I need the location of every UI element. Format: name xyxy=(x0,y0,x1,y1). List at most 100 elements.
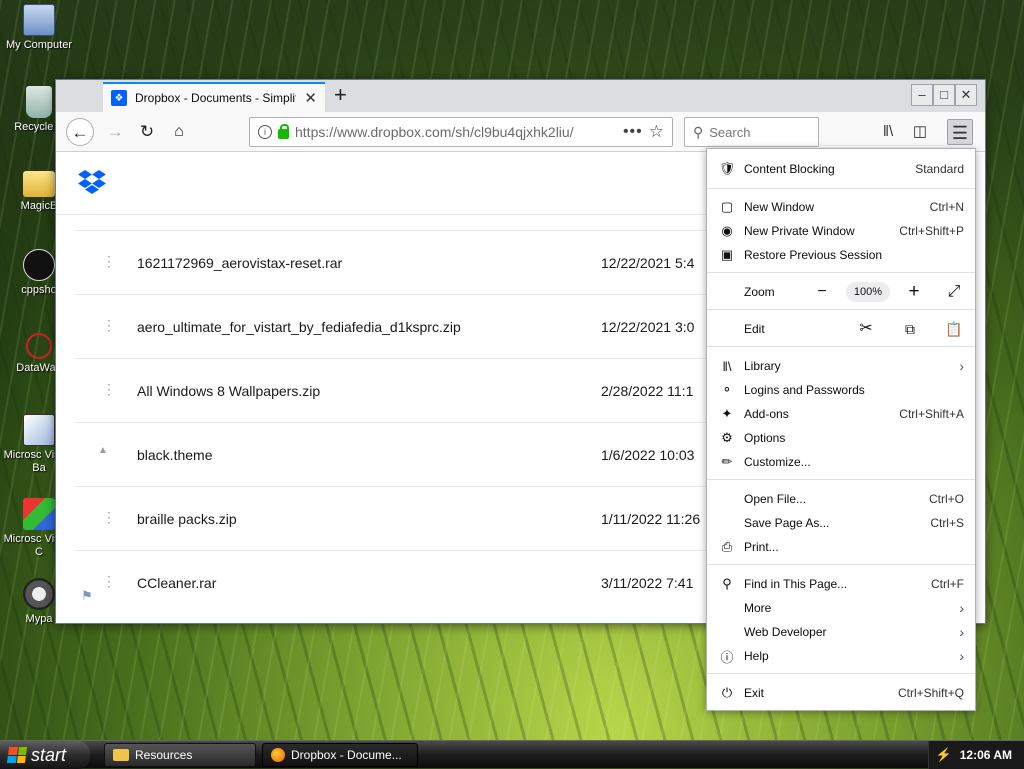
forward-icon[interactable]: → xyxy=(101,118,129,146)
menu-web-developer[interactable]: Web Developer › xyxy=(707,620,975,644)
close-window-button[interactable]: ✕ xyxy=(955,84,977,106)
chevron-right-icon: › xyxy=(959,358,964,374)
tab-dropbox[interactable]: ❖ Dropbox - Documents - Simplif ✕ xyxy=(103,82,325,112)
maximize-button[interactable]: □ xyxy=(933,84,955,106)
menu-new-window[interactable]: ▢ New Window Ctrl+N xyxy=(707,195,975,219)
menu-item-label: More xyxy=(744,601,772,615)
file-row[interactable]: ⋮ 1621172969_aerovistax-reset.rar 12/22/… xyxy=(74,230,734,294)
bookmark-star-icon[interactable]: ☆ xyxy=(649,122,664,142)
paintbrush-icon: ✏ xyxy=(721,454,733,469)
folder-icon xyxy=(23,171,55,197)
menu-new-private-window[interactable]: ◉ New Private Window Ctrl+Shift+P xyxy=(707,219,975,243)
zoom-out-button[interactable]: − xyxy=(808,280,836,304)
menu-logins[interactable]: ⚬ Logins and Passwords xyxy=(707,378,975,402)
menu-item-label: Options xyxy=(744,431,786,445)
windows-flag-icon xyxy=(6,747,28,763)
file-date: 3/11/2022 7:41 xyxy=(601,575,694,591)
lock-icon xyxy=(278,123,289,139)
menu-item-shortcut: Ctrl+Shift+P xyxy=(899,224,964,238)
file-row[interactable]: ⋮ All Windows 8 Wallpapers.zip 2/28/2022… xyxy=(74,358,734,422)
desktop-icon-my-computer[interactable]: My Computer xyxy=(0,4,78,51)
start-button[interactable]: start xyxy=(0,741,90,769)
menu-item-label: Customize... xyxy=(744,455,811,469)
file-name[interactable]: All Windows 8 Wallpapers.zip xyxy=(137,383,320,399)
search-icon: ⚲ xyxy=(722,576,732,591)
file-name[interactable]: CCleaner.rar xyxy=(137,575,216,591)
menu-item-label: New Window xyxy=(744,200,815,214)
cut-icon[interactable]: ✂ xyxy=(852,317,880,341)
menu-library[interactable]: ‖\ Library › xyxy=(707,354,975,378)
network-icon[interactable]: ⚡ xyxy=(936,747,952,763)
menu-separator xyxy=(707,673,975,674)
menu-help[interactable]: ⓘ Help › xyxy=(707,644,975,668)
file-row[interactable]: ⋮ braille packs.zip 1/11/2022 11:26 xyxy=(74,486,734,550)
menu-separator xyxy=(707,479,975,480)
taskbar-item-resources[interactable]: Resources xyxy=(104,743,256,767)
start-label: start xyxy=(31,744,67,765)
file-date: 12/22/2021 3:0 xyxy=(601,319,695,335)
zoom-in-button[interactable]: + xyxy=(900,280,928,304)
copy-icon[interactable]: ⧉ xyxy=(896,317,924,341)
search-input[interactable]: ⚲ Search xyxy=(684,117,819,147)
hamburger-menu-button[interactable]: ☰ xyxy=(947,119,973,145)
close-tab-icon[interactable]: ✕ xyxy=(304,89,317,107)
menu-item-label: New Private Window xyxy=(744,224,855,238)
menu-restore-session[interactable]: ▣ Restore Previous Session xyxy=(707,243,975,267)
paste-icon[interactable]: 📋 xyxy=(940,317,968,341)
menu-find[interactable]: ⚲ Find in This Page... Ctrl+F xyxy=(707,572,975,596)
file-name[interactable]: black.theme xyxy=(137,447,212,463)
file-row[interactable]: ⋮ CCleaner.rar 3/11/2022 7:41 xyxy=(74,550,734,614)
app-menu: 🛡 Content Blocking Standard ▢ New Window… xyxy=(706,148,976,711)
menu-customize[interactable]: ✏ Customize... xyxy=(707,450,975,474)
menu-item-shortcut: Ctrl+F xyxy=(931,577,964,591)
report-flag-icon[interactable]: ⚑ xyxy=(81,588,93,604)
menu-exit[interactable]: ⏻ Exit Ctrl+Shift+Q xyxy=(707,681,975,705)
menu-open-file[interactable]: Open File... Ctrl+O xyxy=(707,487,975,511)
menu-options[interactable]: ⚙ Options xyxy=(707,426,975,450)
file-name[interactable]: braille packs.zip xyxy=(137,511,237,527)
theme-file-icon: ▲ xyxy=(98,445,108,456)
key-icon: ⚬ xyxy=(721,382,733,397)
gear-icon: ⚙ xyxy=(721,430,733,445)
menu-addons[interactable]: ✦ Add-ons Ctrl+Shift+A xyxy=(707,402,975,426)
reload-icon[interactable]: ↻ xyxy=(133,118,161,146)
home-icon[interactable]: ⌂ xyxy=(165,118,193,146)
taskbar-item-label: Resources xyxy=(135,748,193,762)
menu-more[interactable]: More › xyxy=(707,596,975,620)
file-row[interactable]: ⋮ aero_ultimate_for_vistart_by_fediafedi… xyxy=(74,294,734,358)
file-row[interactable]: ▲ black.theme 1/6/2022 10:03 xyxy=(74,422,734,486)
clock[interactable]: 12:06 AM xyxy=(960,748,1012,762)
taskbar-item-dropbox[interactable]: Dropbox - Docume... xyxy=(262,743,418,767)
fullscreen-icon[interactable]: ⤢ xyxy=(940,280,968,304)
cpp-shortcut-icon xyxy=(23,249,55,281)
menu-save-page[interactable]: Save Page As... Ctrl+S xyxy=(707,511,975,535)
library-icon[interactable]: ‖\ xyxy=(875,119,901,145)
sidebar-icon[interactable]: ◫ xyxy=(907,119,933,145)
url-text[interactable]: https://www.dropbox.com/sh/cl9bu4qjxhk2l… xyxy=(295,124,617,140)
menu-content-blocking[interactable]: 🛡 Content Blocking Standard xyxy=(707,157,975,181)
menu-zoom: Zoom xyxy=(707,280,975,304)
file-name[interactable]: aero_ultimate_for_vistart_by_fediafedia_… xyxy=(137,319,461,335)
menu-item-label: Restore Previous Session xyxy=(744,248,883,262)
page-actions-icon[interactable]: ••• xyxy=(623,123,643,141)
url-bar[interactable]: i https://www.dropbox.com/sh/cl9bu4qjxhk… xyxy=(249,117,673,147)
file-name[interactable]: 1621172969_aerovistax-reset.rar xyxy=(137,255,342,271)
menu-item-label: Save Page As... xyxy=(744,516,830,530)
back-icon[interactable]: ← xyxy=(66,118,94,146)
private-mask-icon: ◉ xyxy=(721,223,733,238)
dropbox-logo[interactable] xyxy=(78,170,106,194)
folder-icon xyxy=(113,749,129,761)
menu-item-label: Web Developer xyxy=(744,625,827,639)
visual-c-icon xyxy=(23,498,55,530)
zoom-reset-button[interactable]: 100% xyxy=(846,282,890,302)
menu-item-shortcut: Ctrl+Shift+Q xyxy=(897,686,964,700)
minimize-button[interactable]: – xyxy=(911,84,933,106)
menu-item-label: Content Blocking xyxy=(744,162,835,176)
info-icon[interactable]: i xyxy=(258,125,272,139)
zip-file-icon: ⋮ xyxy=(102,381,116,397)
new-tab-icon[interactable]: + xyxy=(334,84,347,106)
zip-file-icon: ⋮ xyxy=(102,317,116,333)
menu-item-shortcut: Ctrl+Shift+A xyxy=(899,407,964,421)
menu-item-label: Logins and Passwords xyxy=(744,383,865,397)
menu-print[interactable]: ⎙ Print... xyxy=(707,535,975,559)
